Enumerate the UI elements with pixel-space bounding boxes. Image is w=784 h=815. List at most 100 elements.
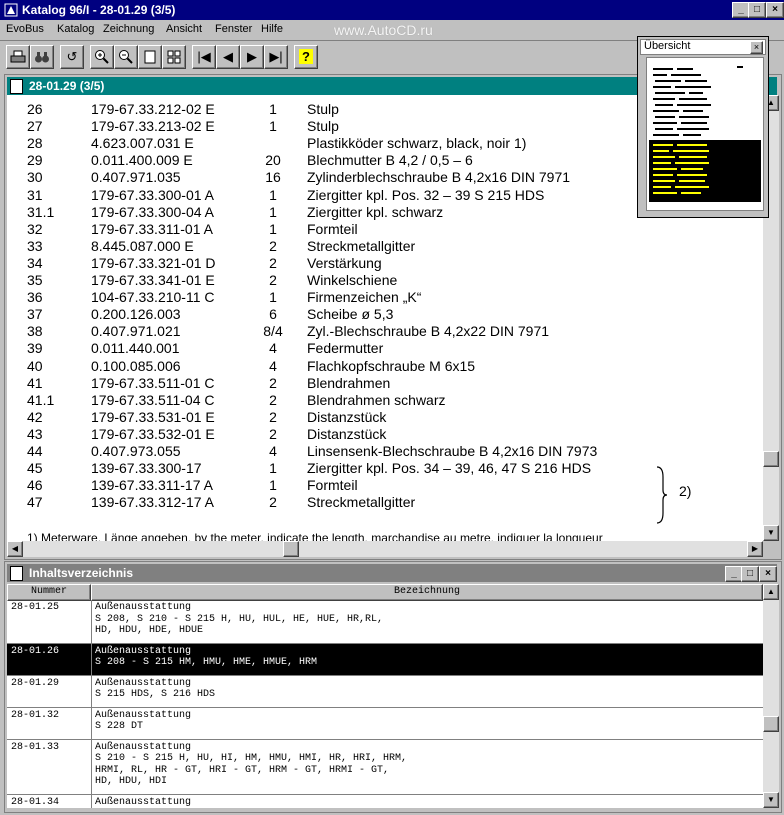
overview-title: Übersicht [644,40,691,52]
part-number: 8.445.087.000 E [91,237,194,254]
part-quantity: 1 [269,460,277,477]
part-quantity: 2 [269,391,277,408]
last-page-button[interactable]: ▶| [264,45,288,69]
first-page-button[interactable]: |◀ [192,45,216,69]
prev-page-icon: ◀ [223,49,233,64]
contents-row[interactable]: 28-01.29 Außenausstattung S 215 HDS, S 21… [7,675,763,708]
scroll-right-button[interactable]: ▶ [747,541,763,557]
part-description: Formteil [307,220,358,237]
document-icon [10,79,23,94]
contents-row-description: Außenausstattung S 208, S 210 - S 215 H,… [95,602,384,636]
zoom-out-button[interactable] [114,45,138,69]
contents-row[interactable]: 28-01.32 Außenausstattung S 228 DT [7,707,763,740]
find-button[interactable] [30,45,54,69]
contents-row-number: 28-01.25 [11,602,60,613]
part-description: Scheibe ø 5,3 [307,306,394,323]
contents-scroll-thumb[interactable] [763,716,779,732]
part-quantity: 2 [269,408,277,425]
scroll-thumb[interactable] [763,451,779,467]
contents-row-description: Außenausstattung [95,796,192,808]
part-description: Blechmutter B 4,2 / 0,5 – 6 [307,152,473,169]
fit-page-button[interactable] [138,45,162,69]
contents-row[interactable]: 28-01.34 Außenausstattung [7,794,763,808]
hscroll-thumb[interactable] [283,541,299,557]
part-description: Zyl.-Blechschraube B 4,2x22 DIN 7971 [307,323,550,340]
part-quantity: 4 [269,357,277,374]
contents-row-number: 28-01.32 [11,709,60,721]
menu-evobus[interactable]: EvoBus [6,23,44,35]
contents-row-description: Außenausstattung S 210 - S 215 H, HU, HI… [95,741,408,788]
part-number: 0.407.971.035 [91,169,181,186]
column-header-number[interactable]: Nummer [7,584,91,601]
contents-row[interactable]: 28-01.25 Außenausstattung S 208, S 210 - … [7,600,763,644]
contents-row[interactable]: 28-01.33 Außenausstattung S 210 - S 215 H… [7,739,763,795]
contents-title-bar[interactable]: Inhaltsverzeichnis _ □ × [7,564,777,582]
part-quantity: 1 [269,289,277,306]
bracket-symbol [656,466,668,524]
column-divider [91,739,92,794]
contents-vertical-scrollbar[interactable]: ▲ ▼ [763,584,779,808]
part-number: 139-67.33.311-17 A [91,477,213,494]
zoom-in-button[interactable] [90,45,114,69]
overview-thumbnail[interactable] [646,57,764,211]
part-description: Blendrahmen schwarz [307,391,446,408]
contents-row-description: Außenausstattung S 208 - S 215 HM, HMU, … [95,645,318,669]
contents-row-number: 28-01.33 [11,741,60,753]
prev-page-button[interactable]: ◀ [216,45,240,69]
part-description: Ziergitter kpl. schwarz [307,203,444,220]
part-description: Stulp [307,118,339,135]
contents-row-description: Außenausstattung S 215 HDS, S 216 HDS [95,677,216,701]
scroll-left-button[interactable]: ◀ [7,541,23,557]
help-button[interactable]: ? [294,45,318,69]
part-position: 29 [27,152,43,169]
app-title-bar[interactable]: Katalog 96/I - 28-01.29 (3/5) _ □ × [0,0,784,20]
part-quantity: 1 [269,118,277,135]
part-number: 0.407.973.055 [91,443,181,459]
menu-ansicht[interactable]: Ansicht [166,23,202,35]
part-number: 179-67.33.300-01 A [91,186,214,203]
print-button[interactable] [6,45,30,69]
contents-scroll-down-button[interactable]: ▼ [763,792,779,808]
part-quantity: 6 [269,306,277,323]
part-position: 31.1 [27,203,55,220]
menu-zeichnung[interactable]: Zeichnung [103,23,154,35]
part-position: 26 [27,101,43,117]
menu-hilfe[interactable]: Hilfe [261,23,283,35]
overview-title-bar[interactable]: Übersicht × [640,39,766,55]
overview-window[interactable]: Übersicht × [637,36,769,218]
contents-row[interactable]: 28-01.26 Außenausstattung S 208 - S 215 H… [7,643,763,676]
part-quantity: 2 [269,272,277,288]
part-position: 38 [27,323,43,340]
part-number: 139-67.33.300-17 [91,460,202,477]
column-divider [91,675,92,707]
part-number: 179-67.33.321-01 D [91,254,216,271]
menu-katalog[interactable]: Katalog [57,23,94,35]
document-horizontal-scrollbar[interactable]: ◀ ▶ [7,541,763,557]
overview-close-button[interactable]: × [750,41,763,54]
scroll-down-button[interactable]: ▼ [763,525,779,541]
zoom-out-icon [119,50,133,64]
part-number: 179-67.33.531-01 E [91,408,215,425]
contents-maximize-button[interactable]: □ [741,566,759,582]
next-page-icon: ▶ [247,49,257,64]
close-button[interactable]: × [766,2,784,18]
part-number: 179-67.33.511-01 C [91,374,215,391]
contents-scroll-up-button[interactable]: ▲ [763,584,779,600]
part-number: 104-67.33.210-11 C [91,289,215,306]
part-position: 44 [27,443,43,459]
part-position: 33 [27,237,43,254]
maximize-button[interactable]: □ [748,2,766,18]
refresh-button[interactable]: ↺ [60,45,84,69]
contents-close-button[interactable]: × [759,566,777,582]
next-page-button[interactable]: ▶ [240,45,264,69]
thumbnails-button[interactable] [162,45,186,69]
part-number: 139-67.33.312-17 A [91,494,214,511]
part-number: 179-67.33.511-04 C [91,391,215,408]
part-quantity: 1 [269,477,277,494]
menu-fenster[interactable]: Fenster [215,23,252,35]
contents-table: Nummer Bezeichnung 28-01.25 Außenausstatt… [7,584,763,808]
column-header-description[interactable]: Bezeichnung [91,584,763,601]
part-description: Zylinderblechschraube B 4,2x16 DIN 7971 [307,169,571,186]
first-page-icon: |◀ [197,49,211,64]
watermark-text: www.AutoCD.ru [334,22,433,38]
